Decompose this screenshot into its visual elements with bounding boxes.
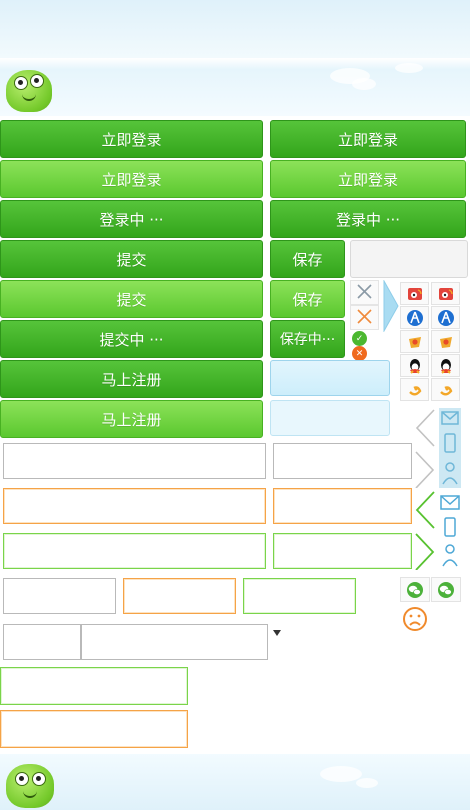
login-loading-label: 登录中 ··· <box>99 210 164 229</box>
footer-band <box>0 754 470 810</box>
text-input-green[interactable] <box>0 667 188 705</box>
qq-icon[interactable] <box>400 354 429 377</box>
chevron-left-icon[interactable] <box>414 408 436 489</box>
tencent-weibo-icon[interactable] <box>431 330 460 353</box>
login-loading-button[interactable]: 登录中 ··· <box>0 200 263 238</box>
text-input-orange[interactable] <box>0 710 188 748</box>
close-icon[interactable] <box>350 280 379 305</box>
register-button-dark[interactable]: 马上注册 <box>0 360 263 398</box>
renren-icon[interactable] <box>431 306 460 329</box>
login-button-light-small[interactable]: 立即登录 <box>270 160 466 198</box>
save-button-label: 保存 <box>292 250 323 269</box>
login-button-label: 立即登录 <box>101 130 162 149</box>
text-input-focus-orange[interactable] <box>3 488 266 524</box>
blue-button[interactable] <box>270 360 390 396</box>
side-icons-blue <box>439 490 461 570</box>
login-loading-label: 登录中 ··· <box>335 210 401 229</box>
login-button-label: 立即登录 <box>337 130 398 149</box>
text-input-small-orange[interactable] <box>273 488 412 524</box>
wechat-icon[interactable] <box>400 577 430 602</box>
disabled-button[interactable] <box>350 240 468 278</box>
blue-button-light[interactable] <box>270 400 390 436</box>
weibo-icon[interactable] <box>400 282 429 305</box>
mascot-logo <box>6 764 54 808</box>
login-button-light[interactable]: 立即登录 <box>0 160 263 198</box>
login-button-dark-small[interactable]: 立即登录 <box>270 120 466 158</box>
short-input-green[interactable] <box>243 578 356 614</box>
login-button-dark[interactable]: 立即登录 <box>0 120 263 158</box>
chevron-down-icon[interactable] <box>272 622 282 636</box>
login-loading-button-small[interactable]: 登录中 ··· <box>270 200 466 238</box>
side-tab-blue[interactable] <box>439 408 461 488</box>
chevron-left-green-icon[interactable] <box>414 490 436 571</box>
submit-loading-button[interactable]: 提交中 ··· <box>0 320 263 358</box>
text-input-small-green[interactable] <box>273 533 412 569</box>
wechat-icon[interactable] <box>431 577 461 602</box>
pengyou-icon[interactable] <box>431 378 460 401</box>
text-input-small[interactable] <box>273 443 412 479</box>
mascot-banner <box>0 58 470 116</box>
submit-button-dark[interactable]: 提交 <box>0 240 263 278</box>
error-circle-icon: ✕ <box>352 346 367 361</box>
save-button-light[interactable]: 保存 <box>270 280 345 318</box>
submit-button-label: 提交 <box>116 290 147 309</box>
save-loading-label: 保存中··· <box>279 332 336 348</box>
qq-icon[interactable] <box>431 354 460 377</box>
submit-loading-label: 提交中 ··· <box>99 330 164 349</box>
check-circle-icon: ✓ <box>352 331 367 346</box>
tencent-weibo-icon[interactable] <box>400 330 429 353</box>
register-button-light[interactable]: 马上注册 <box>0 400 263 438</box>
submit-button-label: 提交 <box>116 250 147 269</box>
renren-icon[interactable] <box>400 306 429 329</box>
register-button-label: 马上注册 <box>101 370 162 389</box>
weibo-icon[interactable] <box>431 282 460 305</box>
login-button-label: 立即登录 <box>101 170 162 189</box>
arrow-right-icon <box>383 279 399 333</box>
register-button-label: 马上注册 <box>101 410 162 429</box>
text-input[interactable] <box>3 443 266 479</box>
login-button-label: 立即登录 <box>337 170 398 189</box>
sad-face-icon <box>402 606 428 632</box>
submit-button-light[interactable]: 提交 <box>0 280 263 318</box>
short-input[interactable] <box>3 578 116 614</box>
mascot-logo <box>6 70 52 112</box>
select-prefix[interactable] <box>3 624 81 660</box>
pengyou-icon[interactable] <box>400 378 429 401</box>
text-input-focus-green[interactable] <box>3 533 266 569</box>
save-loading-button[interactable]: 保存中··· <box>270 320 345 358</box>
save-button-label: 保存 <box>292 290 323 309</box>
save-button-dark[interactable]: 保存 <box>270 240 345 278</box>
close-icon[interactable] <box>350 305 379 330</box>
select-field[interactable] <box>81 624 268 660</box>
header-band <box>0 0 470 58</box>
short-input-orange[interactable] <box>123 578 236 614</box>
